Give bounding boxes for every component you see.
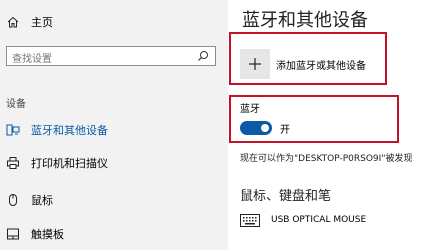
page-title: 蓝牙和其他设备 [242,10,368,31]
plus-icon [240,49,270,79]
device-item[interactable]: USB OPTICAL MOUSE [240,211,366,229]
search-icon[interactable] [197,50,209,62]
bluetooth-toggle[interactable] [240,121,272,135]
keyboard-icon [240,213,260,227]
sidebar-item-label: 鼠标 [31,194,53,207]
printer-icon [7,157,19,169]
sidebar: 主页 设备 蓝牙和其他设备 打印机和扫描仪 鼠标 [0,0,228,250]
home-label: 主页 [31,16,53,29]
toggle-knob [261,124,269,132]
bluetooth-devices-icon [6,124,20,136]
sidebar-item-printers[interactable]: 打印机和扫描仪 [6,153,108,173]
touchpad-icon [7,228,19,240]
sidebar-item-label: 触摸板 [31,228,64,241]
sidebar-item-touchpad[interactable]: 触摸板 [6,224,64,244]
sidebar-item-label: 蓝牙和其他设备 [31,124,108,137]
search-input[interactable] [7,50,192,69]
sidebar-item-label: 打印机和扫描仪 [31,157,108,170]
home-link[interactable]: 主页 [6,12,53,32]
mouse-icon [9,194,17,206]
sidebar-item-mouse[interactable]: 鼠标 [6,190,53,210]
sidebar-item-bluetooth-devices[interactable]: 蓝牙和其他设备 [6,120,108,140]
device-name: USB OPTICAL MOUSE [271,215,367,225]
section-heading-mouse-keyboard-pen: 鼠标、键盘和笔 [240,189,332,204]
add-device-label: 添加蓝牙或其他设备 [276,60,366,72]
section-label-devices: 设备 [6,99,26,110]
search-box[interactable] [6,46,216,69]
add-device-button[interactable]: 添加蓝牙或其他设备 [240,48,366,80]
home-icon [7,16,19,28]
bluetooth-state-label: 开 [280,125,290,136]
bluetooth-label: 蓝牙 [240,104,260,115]
discoverable-text: 现在可以作为"DESKTOP-P0RSO9I"被发现 [240,154,413,164]
